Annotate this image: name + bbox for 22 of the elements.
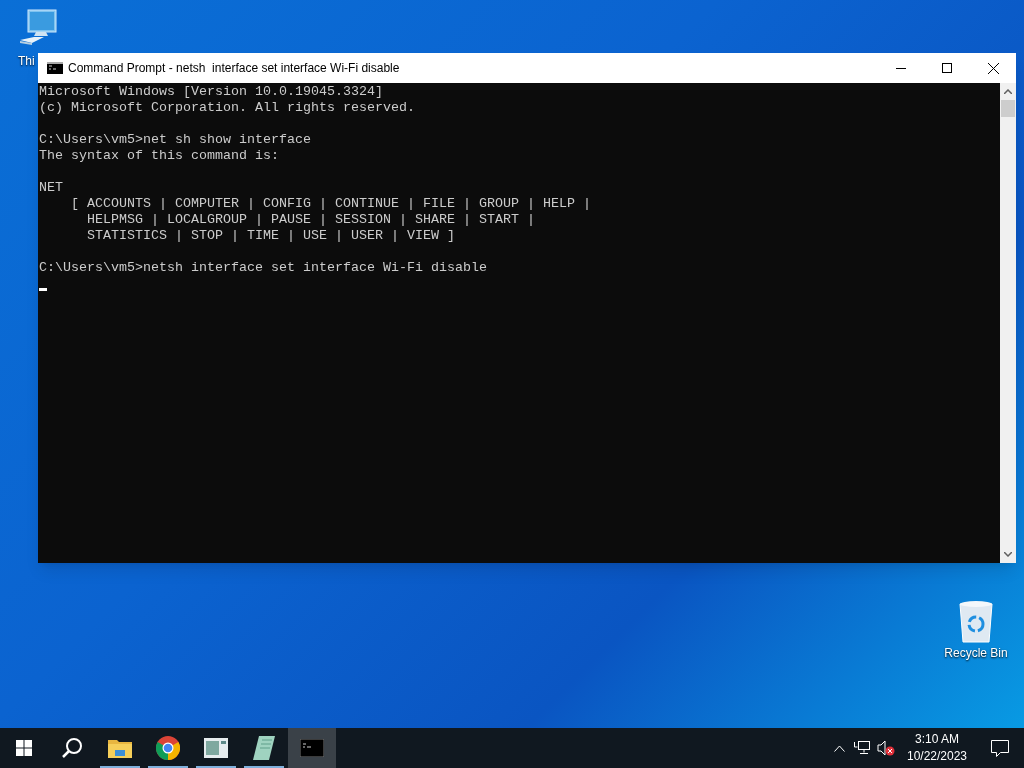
- desktop-icon-label[interactable]: Recycle Bin: [944, 646, 1008, 660]
- speech-bubble-icon: [991, 739, 1009, 757]
- caret-down-icon: [1004, 552, 1012, 557]
- windows-logo-icon: [16, 740, 32, 756]
- caret-up-icon: [833, 744, 845, 752]
- terminal-icon: [47, 62, 63, 74]
- browser-icon: [156, 736, 180, 760]
- notepad-icon: [253, 736, 275, 760]
- maximize-icon: [942, 63, 952, 73]
- clock-date[interactable]: 10/22/2023: [906, 748, 968, 765]
- clock-time[interactable]: 3:10 AM: [915, 731, 959, 748]
- recycle-bin-icon[interactable]: [956, 600, 996, 644]
- window-icon: [204, 738, 228, 758]
- close-icon: [987, 62, 999, 74]
- desktop-icon-label[interactable]: Thi: [18, 54, 35, 68]
- console-output: Microsoft Windows [Version 10.0.19045.3324] (c) Microsoft Corporation. All rights reserved. C:\Users\vm5>net sh show interface The syntax of this command is: NET [ ACCOUNTS | COMPUTER | CONFIG | CONTINUE | FILE | GROUP | HELP | HELPMSG | LOCALGROUP | PAUSE | SESSION | SHARE | START | STATISTICS | STOP | TIME | USE | USER | VIEW ] C:\Users\vm5>netsh interface set interface Wi-Fi disable: [38, 83, 1000, 563]
- search-icon: [61, 737, 83, 759]
- window-title: Command Prompt - netsh interface set interface Wi-Fi disable: [68, 60, 400, 77]
- scrollbar-thumb[interactable]: [1001, 100, 1015, 117]
- caret-up-icon: [1004, 89, 1012, 94]
- folder-icon: [108, 738, 132, 758]
- terminal-icon: [300, 739, 324, 757]
